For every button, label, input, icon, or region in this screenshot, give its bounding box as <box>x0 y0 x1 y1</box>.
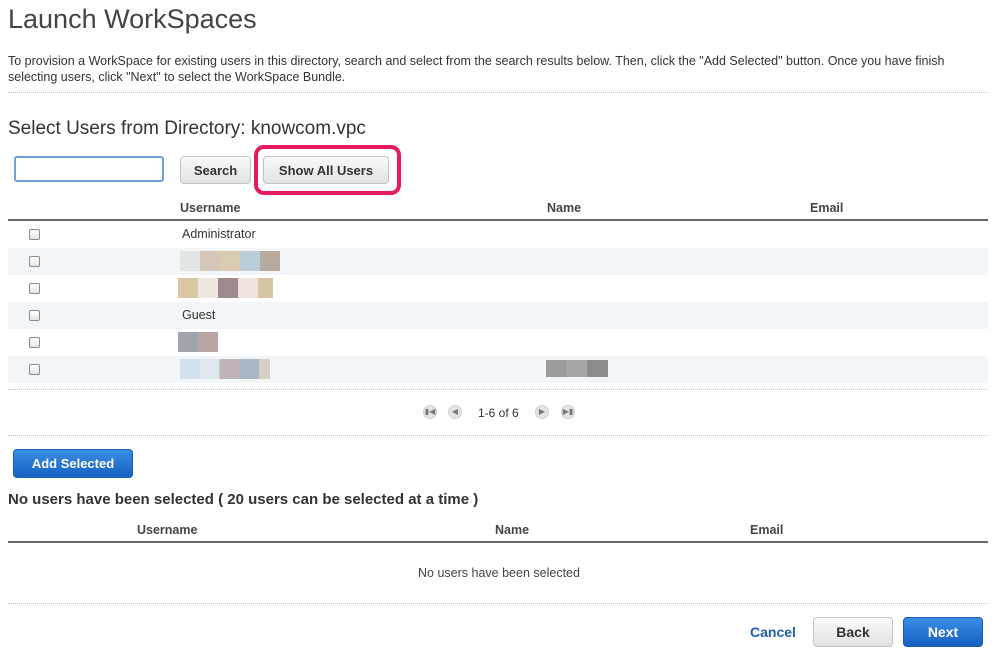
row-checkbox[interactable] <box>29 229 40 240</box>
empty-selection-message: No users have been selected <box>418 566 580 580</box>
user-search-input[interactable] <box>14 156 164 182</box>
search-button[interactable]: Search <box>180 156 251 184</box>
redacted-username <box>180 359 270 379</box>
table-row[interactable]: Guest <box>8 302 988 329</box>
table-row[interactable] <box>8 356 988 383</box>
table-row[interactable] <box>8 275 988 302</box>
column-header-email[interactable]: Email <box>810 201 843 215</box>
selected-header-rule <box>8 541 988 543</box>
row-checkbox[interactable] <box>29 310 40 321</box>
username-cell: Guest <box>182 308 216 322</box>
column-header-name[interactable]: Name <box>547 201 581 215</box>
add-selected-button[interactable]: Add Selected <box>13 449 133 478</box>
intro-text: To provision a WorkSpace for existing us… <box>8 54 945 84</box>
divider <box>8 603 988 604</box>
username-cell: Administrator <box>182 227 256 241</box>
first-page-icon[interactable]: ▮◀ <box>423 405 437 419</box>
selection-title: No users have been selected ( 20 users c… <box>8 491 479 508</box>
cancel-link[interactable]: Cancel <box>750 624 796 640</box>
prev-page-icon[interactable]: ◀ <box>448 405 462 419</box>
pager-label: 1-6 of 6 <box>478 406 519 420</box>
redacted-username <box>178 278 273 298</box>
next-button[interactable]: Next <box>903 617 983 647</box>
row-checkbox[interactable] <box>29 256 40 267</box>
next-page-icon[interactable]: ▶ <box>535 405 549 419</box>
redacted-name <box>546 360 608 377</box>
row-checkbox[interactable] <box>29 283 40 294</box>
back-button[interactable]: Back <box>813 617 893 647</box>
redacted-username <box>180 251 280 271</box>
divider <box>8 92 988 93</box>
last-page-icon[interactable]: ▶▮ <box>561 405 575 419</box>
row-checkbox[interactable] <box>29 337 40 348</box>
show-all-users-button[interactable]: Show All Users <box>263 156 389 184</box>
table-row[interactable] <box>8 329 988 356</box>
row-checkbox[interactable] <box>29 364 40 375</box>
selected-column-name: Name <box>495 523 530 537</box>
selected-column-username: Username <box>137 523 198 537</box>
table-row[interactable] <box>8 248 988 275</box>
selected-column-email: Email <box>750 523 784 537</box>
directory-section-title: Select Users from Directory: knowcom.vpc <box>8 118 366 139</box>
page-title: Launch WorkSpaces <box>8 4 257 34</box>
column-header-username[interactable]: Username <box>180 201 240 215</box>
divider <box>8 389 988 390</box>
table-row[interactable]: Administrator <box>8 221 988 248</box>
divider <box>8 435 988 436</box>
redacted-username <box>178 332 218 352</box>
